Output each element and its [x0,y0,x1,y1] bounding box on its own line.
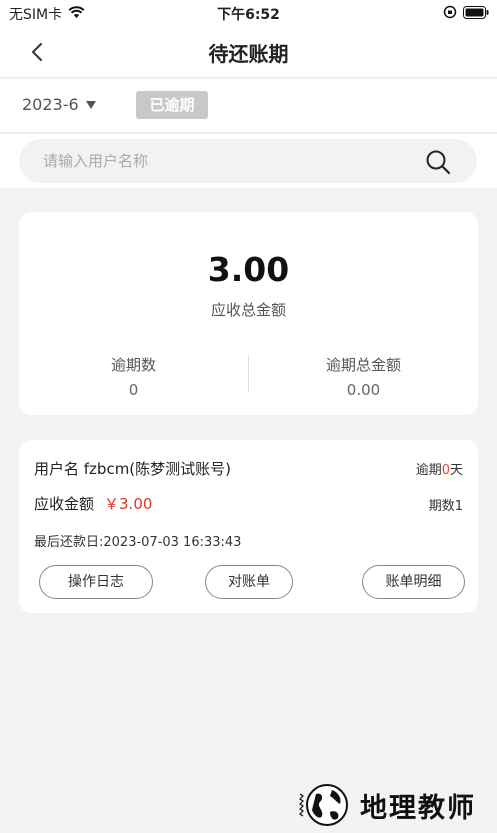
total-amount: 3.00 [207,250,290,289]
page-title: 待还账期 [208,42,289,66]
overdue-prefix: 逾期 [415,463,442,478]
filter-bar: 2023-6 已逾期 [0,79,497,133]
month-value: 2023-6 [22,95,79,114]
record-amount-row: 应收金额 ￥3.00 [34,493,152,514]
overdue-count-stat: 逾期数 0 [19,354,248,399]
bill-record-card: 用户名 fzbcm(陈梦测试账号) 逾期0天 应收金额 ￥3.00 期数1 最后… [19,440,478,613]
operation-log-button[interactable]: 操作日志 [39,565,153,599]
watermark: 地理教师 [294,782,476,828]
record-amount: ￥3.00 [104,495,153,513]
overdue-filter-badge[interactable]: 已逾期 [136,91,208,119]
caret-down-icon [85,100,96,109]
overdue-suffix: 天 [449,463,463,478]
globe-logo-icon [299,784,348,826]
search-box [19,139,477,183]
record-amount-label: 应收金额 [34,495,95,513]
summary-card: 3.00 应收总金额 逾期数 0 逾期总金额 0.00 [19,212,478,415]
overdue-amount-label: 逾期总金额 [325,356,401,374]
overdue-days-value: 0 [441,463,450,478]
overdue-amount-stat: 逾期总金额 0.00 [249,354,478,399]
status-bar: 无SIM卡 下午6:52 [0,0,497,26]
total-amount-label: 应收总金额 [210,301,286,319]
reconciliation-button[interactable]: 对账单 [205,565,293,599]
overdue-amount-value: 0.00 [346,381,381,399]
status-time: 下午6:52 [217,7,280,23]
record-overdue-days: 逾期0天 [416,459,463,478]
status-right [443,5,489,23]
search-input[interactable] [43,139,413,183]
search-icon[interactable] [425,149,451,175]
overdue-count-value: 0 [128,381,139,399]
record-periods: 期数1 [428,499,463,514]
nav-bar: 待还账期 [0,26,497,78]
watermark-text: 地理教师 [360,792,476,824]
record-user: 用户名 fzbcm(陈梦测试账号) [34,460,232,478]
battery-icon [463,5,489,23]
overdue-count-label: 逾期数 [110,356,156,374]
record-last-payment: 最后还款日:2023-07-03 16:33:43 [34,535,242,550]
orientation-lock-icon [443,5,457,23]
search-bar [0,134,497,188]
bill-detail-button[interactable]: 账单明细 [362,565,465,599]
month-select[interactable]: 2023-6 [22,95,97,114]
